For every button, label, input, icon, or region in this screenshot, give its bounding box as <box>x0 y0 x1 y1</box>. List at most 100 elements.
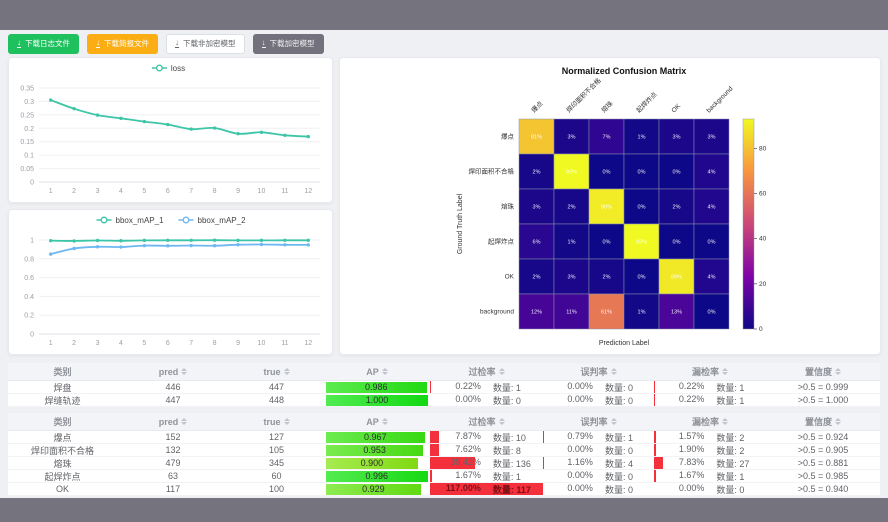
ap-cell: 0.996 <box>324 470 430 482</box>
colorbar-tick: 20 <box>759 281 767 288</box>
overdetect-rate-cell: 0.22%数量: 1 <box>430 381 543 393</box>
rate-count: 数量: 1 <box>481 470 543 482</box>
loss-chart: 00.050.10.150.20.250.30.3512345678910111… <box>9 58 334 204</box>
rate-count: 数量: 2 <box>704 431 766 443</box>
svg-text:0.25: 0.25 <box>20 112 34 119</box>
overdetect-rate-cell: 7.62%数量: 8 <box>430 444 543 456</box>
header-cell: 类别 <box>8 363 117 380</box>
svg-text:7%: 7% <box>603 135 611 141</box>
download-icon: ↓ <box>175 39 179 48</box>
sort-caret-icon[interactable] <box>835 368 841 375</box>
svg-text:bbox_mAP_2: bbox_mAP_2 <box>198 216 247 225</box>
rate-percent: 0.00% <box>543 394 593 406</box>
sortable-header[interactable]: pred <box>117 363 229 380</box>
sortable-header[interactable]: AP <box>324 413 430 430</box>
sortable-header[interactable]: 误判率 <box>543 363 654 380</box>
table-header-row: 类别 pred trueAP过检率误判率漏检率置信度 <box>8 363 880 381</box>
sort-caret-icon[interactable] <box>284 368 290 375</box>
rate-percent: 0.00% <box>654 483 704 495</box>
sort-caret-icon[interactable] <box>611 418 617 425</box>
sort-caret-icon[interactable] <box>382 418 388 425</box>
rate-percent: 39.42% <box>430 457 481 469</box>
download-icon: ↓ <box>96 39 100 48</box>
sort-caret-icon[interactable] <box>722 368 728 375</box>
rate-count: 数量: 1 <box>704 381 766 393</box>
download-encrypted-model-button[interactable]: ↓ 下载加密模型 <box>253 34 324 54</box>
legend-bbox_mAP_2[interactable]: bbox_mAP_2 <box>179 216 247 225</box>
sort-caret-icon[interactable] <box>499 368 505 375</box>
rate-percent: 7.62% <box>430 444 481 456</box>
sort-caret-icon[interactable] <box>499 418 505 425</box>
svg-text:3%: 3% <box>568 135 576 141</box>
button-label: 下载非加密模型 <box>183 34 236 53</box>
header-label: pred <box>159 367 179 377</box>
legend-loss[interactable]: loss <box>152 64 185 73</box>
sort-caret-icon[interactable] <box>181 418 187 425</box>
svg-text:0.2: 0.2 <box>24 126 34 133</box>
sortable-header[interactable]: AP <box>324 363 430 380</box>
sortable-header[interactable]: true <box>229 363 324 380</box>
svg-text:9: 9 <box>236 188 240 195</box>
sortable-header[interactable]: true <box>229 413 324 430</box>
true-count-cell: 105 <box>229 444 324 456</box>
svg-text:0.1: 0.1 <box>24 153 34 160</box>
svg-text:2%: 2% <box>673 205 681 211</box>
sortable-header[interactable]: 误判率 <box>543 413 654 430</box>
button-label: 下载日志文件 <box>25 34 70 53</box>
button-label: 下载简报文件 <box>104 34 149 53</box>
category-cell: 爆点 <box>8 431 117 443</box>
pred-count-cell: 63 <box>117 470 229 482</box>
ap-cell: 1.000 <box>324 394 430 406</box>
pred-count-cell: 132 <box>117 444 229 456</box>
sortable-header[interactable]: pred <box>117 413 229 430</box>
ap-cell: 0.986 <box>324 381 430 393</box>
rate-count: 数量: 2 <box>704 444 766 456</box>
sortable-header[interactable]: 过检率 <box>430 413 543 430</box>
download-plain-model-button[interactable]: ↓ 下载非加密模型 <box>166 34 245 54</box>
true-count-cell: 448 <box>229 394 324 406</box>
legend-bbox_mAP_1[interactable]: bbox_mAP_1 <box>97 216 165 225</box>
rate-percent: 1.67% <box>654 470 704 482</box>
sort-caret-icon[interactable] <box>382 368 388 375</box>
sort-caret-icon[interactable] <box>722 418 728 425</box>
sortable-header[interactable]: 置信度 <box>766 363 880 380</box>
header-label: 类别 <box>53 415 71 428</box>
rate-count: 数量: 136 <box>481 457 543 469</box>
svg-text:loss: loss <box>171 64 185 73</box>
rate-count: 数量: 0 <box>593 444 654 456</box>
svg-text:4%: 4% <box>708 205 716 211</box>
true-count-cell: 127 <box>229 431 324 443</box>
svg-text:5: 5 <box>142 340 146 347</box>
misjudge-rate-cell: 1.16%数量: 4 <box>543 457 654 469</box>
svg-text:11: 11 <box>281 340 288 347</box>
sort-caret-icon[interactable] <box>611 368 617 375</box>
svg-text:0.4: 0.4 <box>24 294 34 301</box>
rate-count: 数量: 0 <box>704 483 766 495</box>
download-toolbar: ↓ 下载日志文件 ↓ 下载简报文件 ↓ 下载非加密模型 ↓ 下载加密模型 <box>8 33 324 54</box>
category-cell: 焊印面积不合格 <box>8 444 117 456</box>
x-tick-label: OK <box>670 102 682 114</box>
header-label: 漏检率 <box>692 415 719 428</box>
table-row: 起焊炸点63600.9961.67%数量: 10.00%数量: 01.67%数量… <box>8 470 880 483</box>
ap-bar: 0.929 <box>326 484 421 495</box>
y-tick-label: OK <box>505 274 515 281</box>
sort-caret-icon[interactable] <box>181 368 187 375</box>
download-log-button[interactable]: ↓ 下载日志文件 <box>8 34 79 54</box>
sort-caret-icon[interactable] <box>835 418 841 425</box>
sortable-header[interactable]: 漏检率 <box>654 413 766 430</box>
download-report-button[interactable]: ↓ 下载简报文件 <box>87 34 158 54</box>
table-row: 焊缝轨迹4474481.0000.00%数量: 00.00%数量: 00.22%… <box>8 394 880 407</box>
sortable-header[interactable]: 漏检率 <box>654 363 766 380</box>
sortable-header[interactable]: 置信度 <box>766 413 880 430</box>
header-label: 类别 <box>53 365 71 378</box>
table-header-row: 类别 predtrueAP过检率误判率 漏检率 置信度 <box>8 413 880 431</box>
sort-caret-icon[interactable] <box>284 418 290 425</box>
sortable-header[interactable]: 过检率 <box>430 363 543 380</box>
ap-value: 0.953 <box>363 445 386 455</box>
summary-metrics-table: 类别predtrueAP过检率误判率漏检率置信度焊盘4464470.9860.2… <box>8 363 880 407</box>
svg-text:0.3: 0.3 <box>24 99 34 106</box>
svg-text:0%: 0% <box>638 275 646 281</box>
ap-value: 0.929 <box>362 484 385 494</box>
rate-count: 数量: 10 <box>481 431 543 443</box>
x-tick-label: 熔珠 <box>599 99 615 115</box>
